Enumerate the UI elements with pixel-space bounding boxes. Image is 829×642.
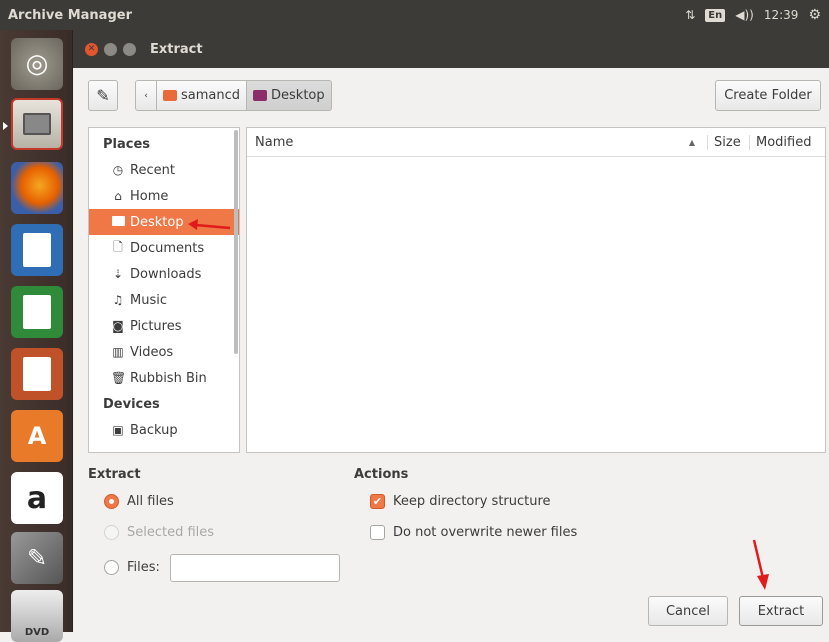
checkbox-label: Do not overwrite newer files bbox=[393, 525, 578, 540]
archive-manager-icon[interactable] bbox=[3, 98, 63, 150]
path-scroll-left-button[interactable]: ‹ bbox=[135, 80, 157, 111]
dash-home-icon[interactable]: ◎ bbox=[11, 38, 63, 90]
sidebar-item-label: Home bbox=[130, 188, 169, 204]
trash-icon: 🗑 bbox=[111, 371, 127, 385]
libreoffice-writer-icon[interactable] bbox=[11, 224, 63, 276]
sort-ascending-icon: ▲ bbox=[688, 137, 695, 147]
sidebar-item-label: Documents bbox=[130, 240, 205, 256]
sidebar-item-label: Rubbish Bin bbox=[130, 370, 207, 386]
sidebar-scrollbar[interactable] bbox=[234, 130, 238, 354]
maximize-icon[interactable] bbox=[123, 42, 136, 56]
minimize-icon[interactable] bbox=[104, 42, 117, 56]
checkbox-keep-directory-structure[interactable]: ✔ Keep directory structure bbox=[370, 494, 551, 509]
radio-indicator bbox=[104, 560, 119, 575]
column-header-name[interactable]: Name ▲ bbox=[247, 135, 707, 150]
sidebar-item-label: Desktop bbox=[130, 214, 184, 230]
clock[interactable]: 12:39 bbox=[764, 8, 799, 22]
cancel-button[interactable]: Cancel bbox=[648, 596, 728, 626]
extract-section-header: Extract bbox=[88, 467, 141, 482]
column-header-size[interactable]: Size bbox=[707, 134, 749, 150]
radio-files[interactable]: Files: bbox=[104, 560, 160, 575]
actions-section-header: Actions bbox=[354, 467, 409, 482]
sidebar-item-pictures[interactable]: ◙ Pictures bbox=[89, 313, 239, 339]
radio-label: Selected files bbox=[127, 525, 215, 540]
panel-indicators: ⇅ En ◀)) 12:39 ⚙ bbox=[685, 0, 821, 30]
document-icon: 🗋 bbox=[113, 239, 123, 254]
radio-label: All files bbox=[127, 494, 174, 509]
extract-button[interactable]: Extract bbox=[739, 596, 823, 626]
clock-icon: ◷ bbox=[112, 163, 124, 177]
home-icon: ⌂ bbox=[114, 189, 122, 203]
music-icon: ♫ bbox=[112, 293, 124, 307]
dialog-titlebar[interactable]: ✕ Extract bbox=[73, 30, 829, 68]
launcher: ◎ A a ✎ DVD bbox=[0, 30, 73, 642]
sidebar-item-backup[interactable]: ▣ Backup bbox=[89, 417, 239, 443]
libreoffice-calc-icon[interactable] bbox=[11, 286, 63, 338]
checkbox-do-not-overwrite[interactable]: Do not overwrite newer files bbox=[370, 525, 577, 540]
path-button-desktop[interactable]: Desktop bbox=[247, 80, 332, 111]
path-label: Desktop bbox=[271, 88, 325, 103]
file-list-header: Name ▲ Size Modified bbox=[247, 128, 825, 157]
keyboard-layout-indicator[interactable]: En bbox=[705, 8, 726, 22]
sidebar-item-label: Videos bbox=[130, 344, 174, 360]
sidebar-item-label: Recent bbox=[130, 162, 175, 178]
pencil-icon: ✎ bbox=[96, 86, 110, 105]
close-icon[interactable]: ✕ bbox=[85, 42, 98, 56]
type-location-button[interactable]: ✎ bbox=[88, 80, 118, 111]
path-button-samancd[interactable]: samancd bbox=[157, 80, 248, 111]
places-sidebar: Places ◷ Recent ⌂ Home Desktop 🗋 Documents … bbox=[88, 127, 240, 453]
files-pattern-input[interactable] bbox=[170, 554, 340, 582]
sidebar-item-videos[interactable]: ▥ Videos bbox=[89, 339, 239, 365]
sidebar-item-label: Downloads bbox=[130, 266, 202, 282]
sidebar-item-home[interactable]: ⌂ Home bbox=[89, 183, 239, 209]
sidebar-item-label: Music bbox=[130, 292, 167, 308]
home-folder-icon bbox=[163, 90, 177, 101]
film-icon: ▥ bbox=[112, 345, 124, 359]
checkbox-label: Keep directory structure bbox=[393, 494, 551, 509]
sidebar-item-music[interactable]: ♫ Music bbox=[89, 287, 239, 313]
folder-icon bbox=[111, 215, 125, 229]
sidebar-item-label: Pictures bbox=[130, 318, 182, 334]
places-header: Places bbox=[103, 136, 151, 152]
radio-indicator bbox=[104, 494, 119, 509]
column-header-modified[interactable]: Modified bbox=[749, 134, 825, 150]
sidebar-item-rubbish-bin[interactable]: 🗑 Rubbish Bin bbox=[89, 365, 239, 391]
sidebar-item-recent[interactable]: ◷ Recent bbox=[89, 157, 239, 183]
sidebar-item-documents[interactable]: 🗋 Documents bbox=[89, 235, 239, 261]
create-folder-button[interactable]: Create Folder bbox=[715, 80, 821, 111]
dvd-icon[interactable]: DVD bbox=[11, 590, 63, 642]
software-center-icon[interactable]: A bbox=[11, 410, 63, 462]
system-settings-icon[interactable]: ✎ bbox=[11, 532, 63, 584]
firefox-icon[interactable] bbox=[11, 162, 63, 214]
sidebar-item-label: Backup bbox=[130, 422, 178, 438]
checkbox-indicator bbox=[370, 525, 385, 540]
devices-header: Devices bbox=[103, 396, 160, 412]
radio-label: Files: bbox=[127, 560, 160, 575]
dialog-title: Extract bbox=[150, 41, 203, 57]
annotation-arrow-extract bbox=[752, 539, 769, 590]
radio-selected-files: Selected files bbox=[104, 525, 214, 540]
sidebar-item-downloads[interactable]: ⇣ Downloads bbox=[89, 261, 239, 287]
top-panel: Archive Manager ⇅ En ◀)) 12:39 ⚙ bbox=[0, 0, 829, 30]
download-icon: ⇣ bbox=[112, 267, 124, 281]
network-icon[interactable]: ⇅ bbox=[685, 8, 695, 22]
amazon-icon[interactable]: a bbox=[11, 472, 63, 524]
backup-icon: ▣ bbox=[112, 423, 124, 437]
path-bar: ‹ samancd Desktop bbox=[135, 80, 332, 111]
checkmark-icon: ✔ bbox=[370, 494, 385, 509]
file-list[interactable]: Name ▲ Size Modified bbox=[246, 127, 826, 453]
chevron-left-icon: ‹ bbox=[144, 90, 148, 101]
desktop-folder-icon bbox=[253, 90, 268, 101]
radio-all-files[interactable]: All files bbox=[104, 494, 174, 509]
settings-gear-icon[interactable]: ⚙ bbox=[808, 7, 821, 23]
column-label: Name bbox=[255, 134, 294, 150]
sidebar-item-desktop[interactable]: Desktop bbox=[89, 209, 239, 235]
libreoffice-impress-icon[interactable] bbox=[11, 348, 63, 400]
volume-icon[interactable]: ◀)) bbox=[735, 8, 754, 22]
path-label: samancd bbox=[181, 88, 241, 103]
radio-indicator bbox=[104, 525, 119, 540]
camera-icon: ◙ bbox=[112, 319, 124, 333]
app-title: Archive Manager bbox=[8, 7, 132, 23]
